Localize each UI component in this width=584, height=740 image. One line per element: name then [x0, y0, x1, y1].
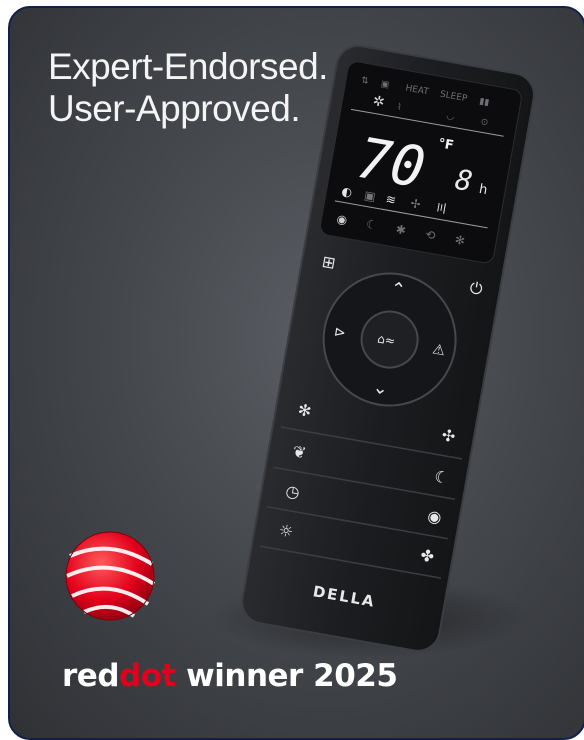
award-highlight: dot: [119, 658, 176, 694]
svg-text:〣: 〣: [434, 201, 448, 217]
award-prefix: red: [62, 658, 120, 694]
temperature-unit: °F: [437, 136, 455, 153]
temperature-readout: 70: [352, 126, 430, 202]
award-caption: reddot winner 2025: [62, 658, 398, 694]
svg-text:▣: ▣: [380, 79, 390, 90]
svg-text:▣: ▣: [363, 188, 377, 204]
award-suffix: winner 2025: [186, 658, 398, 694]
remote-illustration: ⇅ ▣ HEAT SLEEP ▮▮ ✲ ⌇◡⊙ 70 °F 8 h ◐ ▣ ≋ ✢ 〣 ◉ ☾ ✱ ⟲…: [65, 44, 535, 658]
svg-text:▮▮: ▮▮: [478, 97, 490, 109]
reddot-logo-icon: [65, 531, 156, 621]
image-frame: Expert-Endorsed. User-Approved. ⇅ ▣ HEAT…: [0, 0, 584, 740]
product-image: Expert-Endorsed. User-Approved. ⇅ ▣ HEAT…: [8, 6, 584, 740]
